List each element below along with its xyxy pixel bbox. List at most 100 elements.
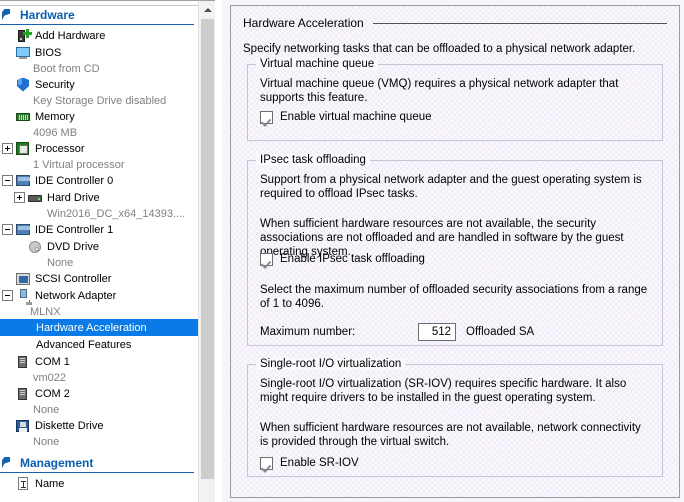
- expander-toggle-processor[interactable]: [2, 143, 13, 154]
- tree-item-label: IDE Controller 0: [35, 175, 113, 187]
- tree-item-network-adapter[interactable]: Network Adapter: [0, 287, 198, 304]
- checkbox-box[interactable]: [260, 457, 273, 470]
- hardware-tree-pane: Hardware Add Hardware BIOS Boot from CD …: [0, 0, 222, 502]
- expander-placeholder: [2, 30, 13, 41]
- diskette-drive-icon: [15, 418, 31, 434]
- tree-item-sub-dvd-drive: None: [0, 255, 198, 270]
- tree-item-sub-processor: 1 Virtual processor: [0, 157, 198, 172]
- tree-item-diskette-drive[interactable]: Diskette Drive: [0, 417, 198, 434]
- tree-item-hard-drive[interactable]: Hard Drive: [0, 189, 198, 206]
- tree-item-hardware-acceleration[interactable]: Hardware Acceleration: [0, 319, 198, 336]
- section-header-management: Management: [0, 454, 194, 473]
- com-port-icon: [15, 354, 31, 370]
- tree-item-name[interactable]: Name: [0, 475, 198, 492]
- group-single-root-io-virtualization: Single-root I/O virtualization Single-ro…: [247, 364, 663, 477]
- group-paragraph-after: Select the maximum number of offloaded s…: [260, 283, 648, 311]
- dvd-drive-icon: [27, 239, 43, 255]
- pane-divider[interactable]: [215, 0, 222, 502]
- settings-content-surface: Hardware Acceleration Specify networking…: [230, 5, 680, 498]
- name-icon: [15, 476, 31, 492]
- tree-item-label: Add Hardware: [35, 30, 105, 42]
- expander-placeholder: [2, 420, 13, 431]
- tree-item-sub-memory: 4096 MB: [0, 125, 198, 140]
- tools-icon: [2, 456, 16, 470]
- hard-drive-icon: [27, 190, 43, 206]
- group-paragraph: When sufficient hardware resources are n…: [260, 421, 644, 449]
- tree-item-sub-security: Key Storage Drive disabled: [0, 93, 198, 108]
- checkbox-label: Enable SR-IOV: [280, 457, 359, 469]
- memory-icon: [15, 109, 31, 125]
- tree-item-bios[interactable]: BIOS: [0, 44, 198, 61]
- scrollbar-thumb[interactable]: [201, 19, 214, 479]
- group-paragraph: Support from a physical network adapter …: [260, 173, 642, 201]
- maximum-number-input[interactable]: [418, 323, 456, 341]
- group-legend: Virtual machine queue: [256, 58, 378, 70]
- tree-item-add-hardware[interactable]: Add Hardware: [0, 27, 198, 44]
- page-title-text: Hardware Acceleration: [243, 16, 364, 30]
- checkbox-box[interactable]: [260, 111, 273, 124]
- expander-placeholder: [2, 388, 13, 399]
- expander-toggle-network-adapter[interactable]: [2, 290, 13, 301]
- com-port-icon: [15, 386, 31, 402]
- tree-item-com-1[interactable]: COM 1: [0, 353, 198, 370]
- add-hardware-icon: [15, 28, 31, 44]
- tree-item-label: COM 2: [35, 388, 70, 400]
- expander-placeholder: [2, 79, 13, 90]
- maximum-number-label: Maximum number:: [260, 326, 418, 338]
- expander-placeholder: [2, 273, 13, 284]
- expander-placeholder: [2, 478, 13, 489]
- group-virtual-machine-queue: Virtual machine queue Virtual machine qu…: [247, 64, 663, 141]
- tree-item-dvd-drive[interactable]: DVD Drive: [0, 238, 198, 255]
- tree-item-security[interactable]: Security: [0, 76, 198, 93]
- section-title-hardware: Hardware: [20, 8, 75, 22]
- ide-controller-icon: [15, 173, 31, 189]
- tree-item-com-2[interactable]: COM 2: [0, 385, 198, 402]
- tree-item-sub-com-1: vm022: [0, 370, 198, 385]
- checkbox-box[interactable]: [260, 253, 273, 266]
- expander-toggle-ide1[interactable]: [2, 224, 13, 235]
- tree-item-sub-hard-drive: Win2016_DC_x64_14393....: [0, 206, 198, 221]
- tree-item-label: Hard Drive: [47, 192, 100, 204]
- group-legend: IPsec task offloading: [256, 154, 370, 166]
- expander-toggle-hard-drive[interactable]: [14, 192, 25, 203]
- tree-item-label: Advanced Features: [36, 339, 131, 351]
- title-rule: [373, 23, 667, 24]
- scsi-controller-icon: [15, 271, 31, 287]
- processor-icon: [15, 141, 31, 157]
- tree-item-label: DVD Drive: [47, 241, 99, 253]
- scroll-up-arrow[interactable]: [199, 1, 216, 18]
- tree-item-scsi-controller[interactable]: SCSI Controller: [0, 270, 198, 287]
- tree-item-processor[interactable]: Processor: [0, 140, 198, 157]
- tree-item-memory[interactable]: Memory: [0, 108, 198, 125]
- expander-toggle-ide0[interactable]: [2, 175, 13, 186]
- tree-item-label: Hardware Acceleration: [36, 322, 147, 334]
- tree-item-sub-network-adapter: MLNX: [0, 304, 198, 319]
- tree-item-label: Network Adapter: [35, 290, 116, 302]
- tree-item-label: BIOS: [35, 47, 61, 59]
- checkbox-enable-sr-iov[interactable]: Enable SR-IOV: [260, 457, 359, 470]
- tools-icon: [2, 8, 16, 22]
- tree-scroll-viewport: Hardware Add Hardware BIOS Boot from CD …: [0, 6, 198, 502]
- section-header-hardware: Hardware: [0, 6, 194, 25]
- group-paragraph: Single-root I/O virtualization (SR-IOV) …: [260, 377, 642, 405]
- network-adapter-icon: [15, 288, 31, 304]
- tree-item-label: Memory: [35, 111, 75, 123]
- tree-item-ide-controller-0[interactable]: IDE Controller 0: [0, 172, 198, 189]
- tree-item-ide-controller-1[interactable]: IDE Controller 1: [0, 221, 198, 238]
- section-title-management: Management: [20, 456, 93, 470]
- ide-controller-icon: [15, 222, 31, 238]
- tree-vertical-scrollbar[interactable]: [198, 1, 216, 502]
- expander-placeholder: [14, 241, 25, 252]
- tree-item-label: SCSI Controller: [35, 273, 111, 285]
- checkbox-label: Enable virtual machine queue: [280, 111, 432, 123]
- tree-item-label: Processor: [35, 143, 85, 155]
- tree-item-advanced-features[interactable]: Advanced Features: [0, 336, 198, 353]
- tree-item-label: COM 1: [35, 356, 70, 368]
- bios-icon: [15, 45, 31, 61]
- checkbox-enable-ipsec-task-offloading[interactable]: Enable IPsec task offloading: [260, 253, 425, 266]
- group-legend: Single-root I/O virtualization: [256, 358, 405, 370]
- checkbox-enable-virtual-machine-queue[interactable]: Enable virtual machine queue: [260, 111, 432, 124]
- expander-placeholder: [2, 356, 13, 367]
- page-description: Specify networking tasks that can be off…: [243, 43, 635, 55]
- tree-item-label: Diskette Drive: [35, 420, 103, 432]
